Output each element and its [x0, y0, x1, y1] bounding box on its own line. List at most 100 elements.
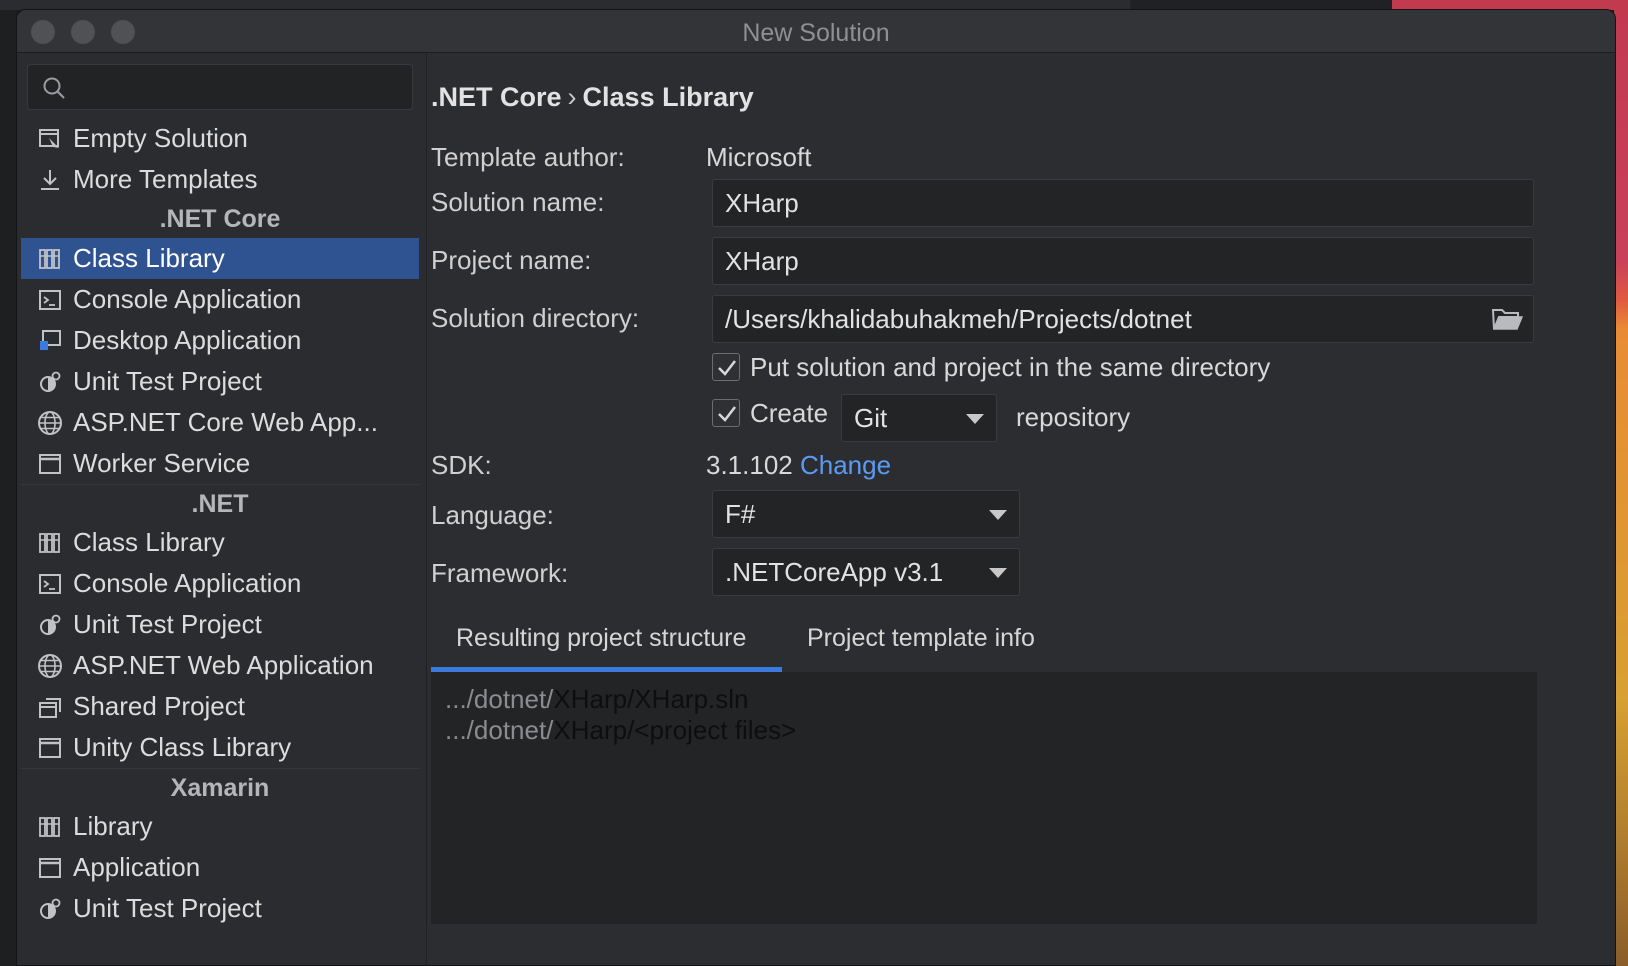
- vcs-select[interactable]: Git: [841, 394, 997, 442]
- sdk-label: SDK:: [431, 450, 492, 480]
- chevron-down-icon: [989, 510, 1007, 520]
- same-directory-label: Put solution and project in the same dir…: [750, 352, 1271, 382]
- template-item[interactable]: Unity Class Library: [21, 727, 419, 768]
- console-icon: [37, 571, 63, 597]
- download-icon: [37, 167, 63, 193]
- template-item[interactable]: Class Library: [21, 238, 419, 279]
- project-structure-preview: .../dotnet/XHarp/XHarp.sln .../dotnet/XH…: [431, 672, 1537, 924]
- library-icon: [37, 246, 63, 272]
- desktop-background-left: [0, 0, 16, 966]
- globe-icon: [37, 410, 63, 436]
- sdk-version-value: 3.1.102: [706, 450, 793, 480]
- template-item[interactable]: Console Application: [21, 563, 419, 604]
- template-item-label: Shared Project: [73, 691, 245, 721]
- template-item[interactable]: ASP.NET Core Web App...: [21, 402, 419, 443]
- template-item[interactable]: Unit Test Project: [21, 361, 419, 402]
- folder-open-icon[interactable]: [1491, 306, 1523, 332]
- sdk-version: 3.1.102 Change: [706, 450, 891, 481]
- create-repository-checkbox[interactable]: [712, 399, 740, 427]
- window-icon: [37, 855, 63, 881]
- window-icon: [37, 451, 63, 477]
- template-item-label: Empty Solution: [73, 123, 248, 153]
- vcs-select-value: Git: [854, 402, 888, 433]
- checkmark-icon: [718, 406, 736, 422]
- solution-directory-field[interactable]: /Users/khalidabuhakmeh/Projects/dotnet: [712, 295, 1534, 343]
- breadcrumb-current: Class Library: [582, 82, 754, 112]
- template-item-label: Library: [73, 811, 153, 841]
- template-item[interactable]: Library: [21, 806, 419, 847]
- create-repository-label: Create: [750, 398, 829, 428]
- template-item[interactable]: Console Application: [21, 279, 419, 320]
- template-item[interactable]: Shared Project: [21, 686, 419, 727]
- template-item-label: ASP.NET Core Web App...: [73, 407, 378, 437]
- tab-resulting-project-structure[interactable]: Resulting project structure: [431, 624, 782, 672]
- template-item-label: More Templates: [73, 164, 258, 194]
- project-name-field[interactable]: XHarp: [712, 237, 1534, 285]
- solution-directory-value: /Users/khalidabuhakmeh/Projects/dotnet: [725, 303, 1192, 334]
- template-item[interactable]: Worker Service: [21, 443, 419, 484]
- breadcrumb-separator: ›: [567, 82, 577, 112]
- template-item[interactable]: Unit Test Project: [21, 888, 419, 929]
- solution-name-field[interactable]: XHarp: [712, 179, 1534, 227]
- structure-line: .../dotnet/XHarp/<project files>: [445, 715, 797, 745]
- change-sdk-link[interactable]: Change: [800, 450, 891, 480]
- structure-line: .../dotnet/XHarp/XHarp.sln: [445, 684, 749, 714]
- template-item-label: Console Application: [73, 568, 302, 598]
- template-item-label: Unit Test Project: [73, 366, 262, 396]
- repository-label: repository: [1016, 402, 1131, 432]
- framework-select-value: .NETCoreApp v3.1: [725, 556, 944, 587]
- template-item[interactable]: Desktop Application: [21, 320, 419, 361]
- template-item[interactable]: Empty Solution: [21, 118, 419, 159]
- library-icon: [37, 530, 63, 556]
- template-item[interactable]: Unit Test Project: [21, 604, 419, 645]
- template-item-label: Unit Test Project: [73, 609, 262, 639]
- template-group-header: .NET: [21, 484, 419, 522]
- console-icon: [37, 287, 63, 313]
- template-item[interactable]: Class Library: [21, 522, 419, 563]
- chevron-down-icon: [989, 568, 1007, 578]
- breadcrumb-parent: .NET Core: [431, 82, 562, 112]
- project-name-value: XHarp: [725, 245, 799, 276]
- details-tabs: Resulting project structure Project temp…: [431, 614, 1556, 672]
- new-solution-dialog: New Solution Empty Solution More Template…: [16, 9, 1616, 966]
- template-item-label: Worker Service: [73, 448, 251, 478]
- tab-project-template-info[interactable]: Project template info: [807, 624, 1035, 672]
- template-details-panel: .NET Core › Class Library Template author:…: [428, 54, 1615, 965]
- language-select[interactable]: F#: [712, 490, 1020, 538]
- globe-icon: [37, 653, 63, 679]
- template-list: Empty Solution More Templates .NET Core Cla…: [21, 118, 419, 929]
- template-item-label: Unity Class Library: [73, 732, 292, 762]
- solution-directory-label: Solution directory:: [431, 303, 640, 333]
- checkmark-icon: [718, 360, 736, 376]
- template-sidebar: Empty Solution More Templates .NET Core Cla…: [17, 54, 427, 965]
- template-item-label: Unit Test Project: [73, 893, 262, 923]
- desktop-app-icon: [37, 328, 63, 354]
- title-bar[interactable]: New Solution: [17, 10, 1615, 53]
- language-label: Language:: [431, 500, 554, 530]
- desktop-wallpaper-edge: [1614, 0, 1628, 966]
- language-select-value: F#: [725, 498, 756, 529]
- test-icon: [37, 896, 63, 922]
- template-group-header: .NET Core: [159, 205, 281, 233]
- template-item[interactable]: ASP.NET Web Application: [21, 645, 419, 686]
- template-search-input[interactable]: [27, 64, 413, 110]
- chevron-down-icon: [966, 414, 984, 424]
- template-item-label: Class Library: [73, 527, 225, 557]
- search-icon: [43, 77, 65, 99]
- template-item-label: Console Application: [73, 284, 302, 314]
- same-directory-checkbox[interactable]: [712, 353, 740, 381]
- solution-name-value: XHarp: [725, 187, 799, 218]
- library-icon: [37, 814, 63, 840]
- template-group-header: Xamarin: [21, 768, 419, 806]
- template-item[interactable]: More Templates: [21, 159, 419, 200]
- template-item[interactable]: Application: [21, 847, 419, 888]
- template-author-label: Template author:: [431, 142, 625, 172]
- empty-solution-icon: [37, 126, 63, 152]
- test-icon: [37, 612, 63, 638]
- breadcrumb: .NET Core › Class Library: [431, 82, 754, 113]
- template-item-label: Application: [73, 852, 201, 882]
- framework-label: Framework:: [431, 558, 569, 588]
- framework-select[interactable]: .NETCoreApp v3.1: [712, 548, 1020, 596]
- template-item-label: Desktop Application: [73, 325, 302, 355]
- shared-project-icon: [37, 694, 63, 720]
